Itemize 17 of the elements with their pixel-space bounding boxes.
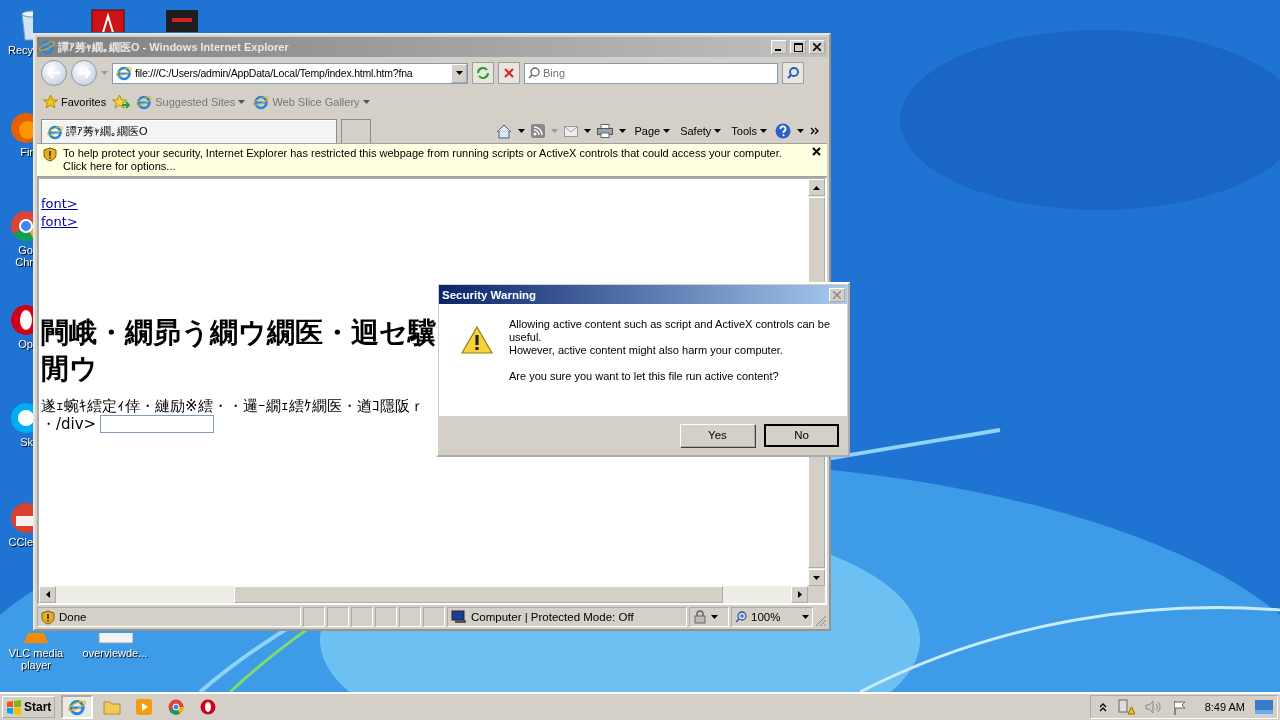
dialog-title: Security Warning (442, 288, 538, 301)
desktop-icon-label: CCle (8, 536, 33, 548)
desktop-icon-label: Go Chr (15, 244, 33, 268)
page-text: 遂ｪ蜿ｷ繧定ｨ倖・縺励※繧・・邏ｰ繝ｪ繧ｹ繝医・遒ｺ隱阪ｒ (41, 397, 425, 415)
desktop-icon-label: overviewde... (82, 647, 148, 659)
status-text: Done (59, 611, 87, 623)
desktop-icon-label: Fir (20, 146, 33, 158)
page-text: ・/div> (41, 415, 97, 433)
desktop-icon-label: VLC media player (7, 647, 65, 671)
dialog-message: However, active content might also harm your computer. (509, 344, 784, 357)
dialog-question: Are you sure you want to let this file run active content? (509, 370, 780, 383)
dialog-message: Allowing active content such as script and ActiveX controls can be useful. (509, 318, 831, 344)
window-title: 譚ｱ莠ｬ繝｡繝医Ο - Windows Internet Explorer (58, 39, 290, 55)
desktop-icon-label: Sk (20, 436, 33, 448)
desktop-icon-label: Op (18, 338, 33, 350)
desktop-icon-label: Recy (7, 44, 33, 56)
page-heading: 闁峨・繝昴う繝ウ繝医・迴セ驥 閒ウ (41, 315, 436, 387)
